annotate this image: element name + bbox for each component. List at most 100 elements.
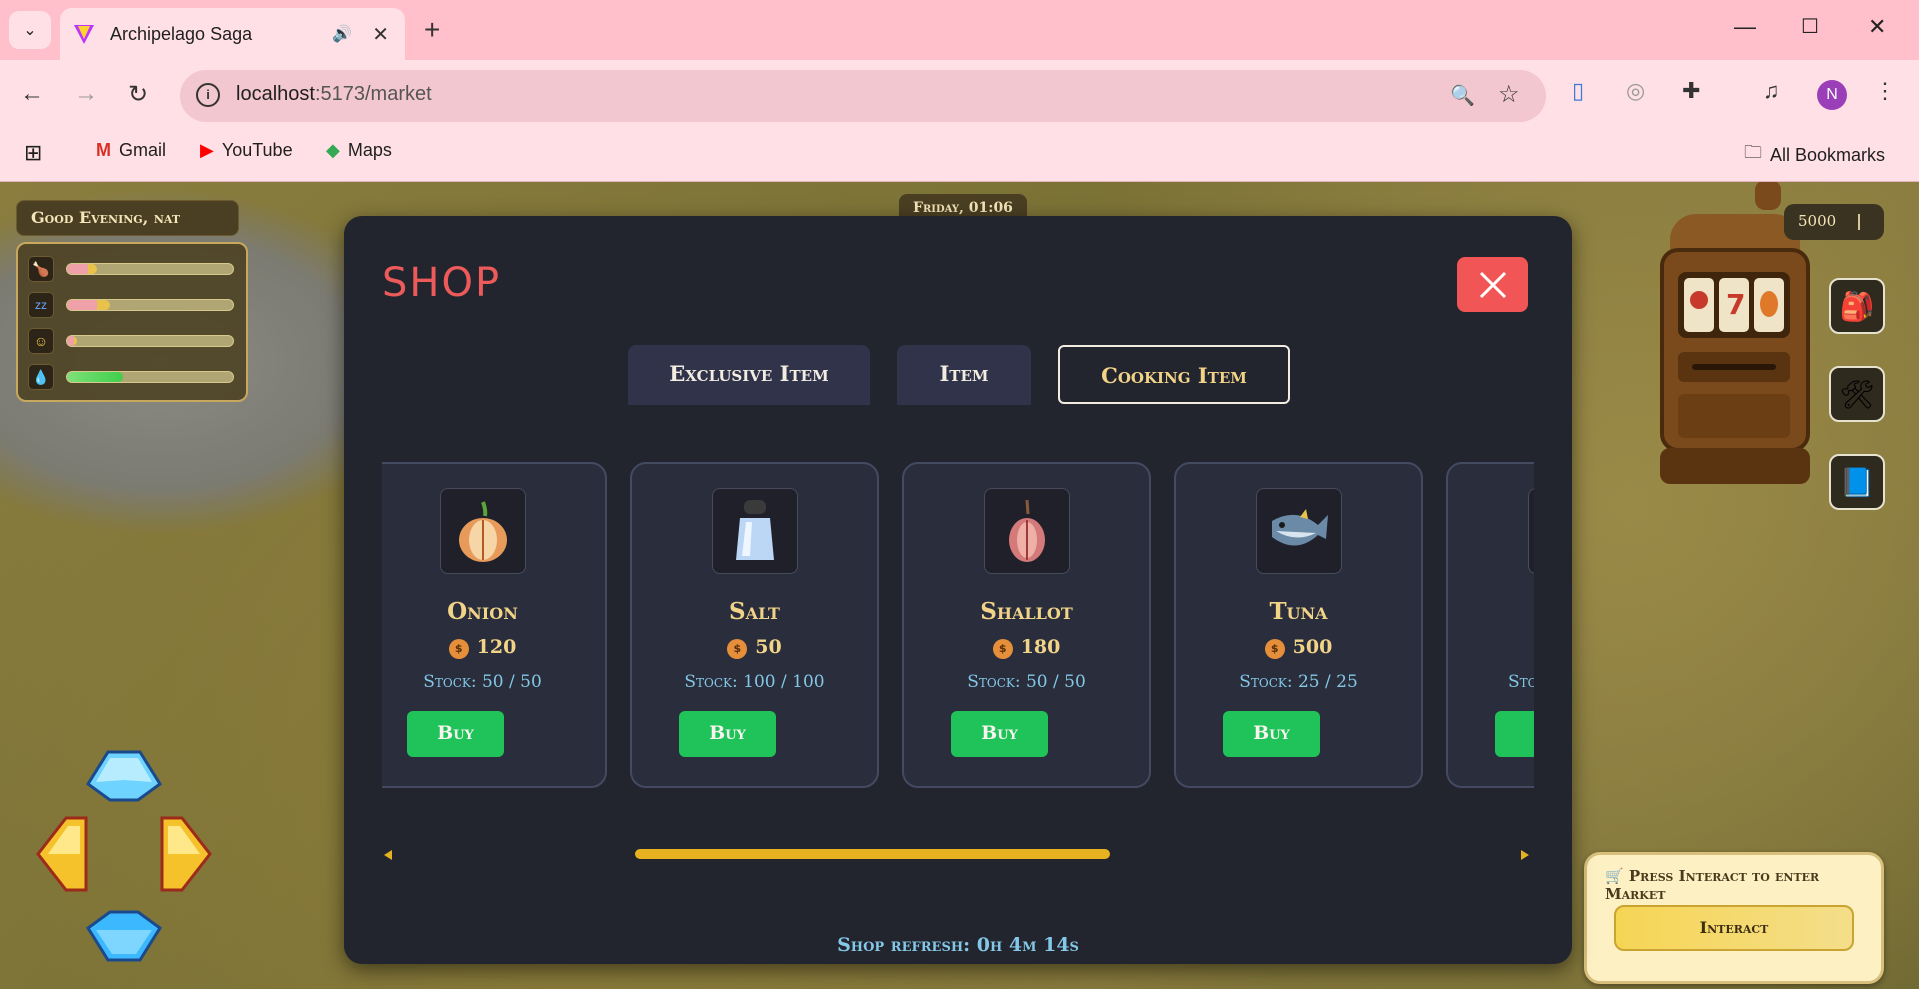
scroll-right-arrow[interactable]	[1521, 850, 1529, 860]
dpad-right-button[interactable]	[160, 816, 212, 892]
market-hint: 🛒 Press Interact to enter Market	[1605, 867, 1820, 903]
happiness-icon: ☺	[28, 328, 54, 354]
item-stock: Stock: 100 / 100	[684, 672, 825, 692]
hygiene-bar	[66, 371, 234, 383]
game-canvas[interactable]: Good Evening, nat 🍗 zz ☺ 💧 Friday, 01:06…	[0, 182, 1919, 989]
interact-button[interactable]: Interact	[1614, 905, 1854, 951]
money-bag-icon: $	[1264, 639, 1285, 659]
tools-icon: 🛠	[1839, 378, 1875, 410]
money-bag-icon: $	[992, 639, 1013, 659]
close-tab-icon[interactable]: ✕	[372, 22, 389, 47]
site-info-icon[interactable]: i	[196, 83, 220, 107]
shallot-icon	[984, 488, 1070, 574]
browser-toolbar: ← → ↻ i localhost:5173/market 🔍 ☆ ▯ ◎ ✚ …	[0, 60, 1919, 130]
bookmarks-bar: ⊞ M Gmail ▶ YouTube ◆ Maps 🗀 All Bookmarks	[0, 130, 1919, 182]
tuna-fish-icon	[1256, 488, 1342, 574]
buy-button[interactable]	[1495, 711, 1534, 757]
tools-button[interactable]: 🛠	[1829, 366, 1885, 422]
bookmark-youtube[interactable]: ▶ YouTube	[200, 140, 293, 161]
market-interact-panel: 🛒 Press Interact to enter Market Interac…	[1584, 852, 1884, 984]
tab-cooking-item[interactable]: Cooking Item	[1058, 345, 1290, 404]
tab-exclusive-item[interactable]: Exclusive Item	[628, 345, 870, 405]
item-card-shallot: Shallot $180 Stock: 50 / 50 Buy	[902, 462, 1151, 788]
minimize-icon[interactable]: —	[1734, 14, 1756, 40]
stat-happiness: ☺	[28, 328, 238, 356]
svg-text:7: 7	[1726, 288, 1745, 321]
sleep-bar	[66, 299, 234, 311]
money-bag-icon: $	[727, 639, 748, 659]
url-text: localhost:5173/market	[236, 83, 432, 105]
forward-icon[interactable]: →	[74, 80, 98, 108]
youtube-icon: ▶	[200, 140, 214, 160]
stat-sleep: zz	[28, 292, 238, 320]
gmail-icon: M	[96, 140, 111, 160]
dpad-down-button[interactable]	[86, 910, 162, 962]
backpack-button[interactable]: 🎒	[1829, 278, 1885, 334]
sleep-icon: zz	[28, 292, 54, 318]
chevron-down-icon: ⌄	[23, 22, 37, 39]
maps-icon: ◆	[326, 140, 340, 160]
item-card-tuna: Tuna $500 Stock: 25 / 25 Buy	[1174, 462, 1423, 788]
buy-button[interactable]: Buy	[407, 711, 504, 757]
item-price: $180	[904, 636, 1149, 659]
zoom-icon[interactable]: 🔍	[1450, 83, 1475, 108]
bookmark-maps[interactable]: ◆ Maps	[326, 140, 392, 161]
coin-amount: 5000	[1798, 212, 1837, 230]
all-bookmarks[interactable]: 🗀 All Bookmarks	[1744, 140, 1885, 170]
apps-grid-icon[interactable]: ⊞	[24, 140, 42, 166]
browser-tab[interactable]: Archipelago Saga 🔊 ✕	[60, 8, 405, 60]
item-price: $500	[1176, 636, 1421, 659]
buy-button[interactable]: Buy	[1223, 711, 1320, 757]
happiness-bar	[66, 335, 234, 347]
item-card-salt: Salt $50 Stock: 100 / 100 Buy	[630, 462, 879, 788]
buy-button[interactable]: Buy	[679, 711, 776, 757]
shop-refresh-timer: Shop refresh: 0h 4m 14s	[837, 934, 1079, 956]
address-bar[interactable]: i localhost:5173/market 🔍 ☆	[180, 70, 1546, 122]
dpad-up-button[interactable]	[86, 750, 162, 802]
shop-close-button[interactable]	[1457, 257, 1528, 312]
greeting-label: Good Evening, nat	[16, 200, 239, 236]
item-card-onion: Onion $120 Stock: 50 / 50 Buy	[382, 462, 607, 788]
item-price: $120	[382, 636, 605, 659]
window-close-icon[interactable]: ✕	[1868, 14, 1886, 40]
tab-strip: ⌄ Archipelago Saga 🔊 ✕ + — ☐ ✕	[0, 0, 1919, 60]
more-menu-icon[interactable]: ⋮	[1874, 78, 1896, 104]
journal-button[interactable]: 📘	[1829, 454, 1885, 510]
divider	[1858, 214, 1860, 230]
player-stats-panel: 🍗 zz ☺ 💧	[16, 242, 248, 402]
tab-title: Archipelago Saga	[110, 23, 253, 44]
item-price: $50	[632, 636, 877, 659]
item-name: Salt	[729, 598, 780, 625]
carousel-scrollbar-thumb[interactable]	[635, 849, 1110, 859]
reload-icon[interactable]: ↻	[128, 80, 148, 109]
item-name: Tuna	[1269, 598, 1328, 625]
bookmark-star-icon[interactable]: ☆	[1498, 80, 1520, 109]
profile-avatar[interactable]: N	[1817, 80, 1847, 110]
money-bag-icon: $	[448, 639, 469, 659]
extensions-puzzle-icon[interactable]: ✚	[1682, 78, 1700, 104]
new-tab-button[interactable]: +	[424, 14, 440, 46]
extension-pp-icon[interactable]: ◎	[1626, 78, 1645, 104]
item-carousel[interactable]: Onion $120 Stock: 50 / 50 Buy Salt $50 S…	[382, 462, 1534, 788]
back-icon[interactable]: ←	[20, 80, 44, 108]
hunger-icon: 🍗	[28, 256, 54, 282]
tab-search-button[interactable]: ⌄	[9, 11, 51, 49]
salt-shaker-icon	[712, 488, 798, 574]
speaker-icon[interactable]: 🔊	[332, 24, 352, 44]
bookmark-gmail[interactable]: M Gmail	[96, 140, 166, 161]
tab-item[interactable]: Item	[897, 345, 1031, 405]
close-icon	[1479, 271, 1506, 298]
dpad-left-button[interactable]	[36, 816, 88, 892]
scroll-left-arrow[interactable]	[384, 850, 392, 860]
item-card-partial: Sto	[1446, 462, 1534, 788]
shop-title: SHOP	[382, 260, 502, 306]
extension-phone-icon[interactable]: ▯	[1572, 78, 1584, 104]
buy-button[interactable]: Buy	[951, 711, 1048, 757]
maximize-icon[interactable]: ☐	[1801, 14, 1819, 39]
item-stock: Sto	[1508, 672, 1534, 692]
item-stock: Stock: 25 / 25	[1239, 672, 1358, 692]
backpack-icon: 🎒	[1839, 290, 1875, 322]
onion-icon	[440, 488, 526, 574]
stat-hygiene: 💧	[28, 364, 238, 392]
media-control-icon[interactable]: ♫	[1763, 78, 1780, 104]
